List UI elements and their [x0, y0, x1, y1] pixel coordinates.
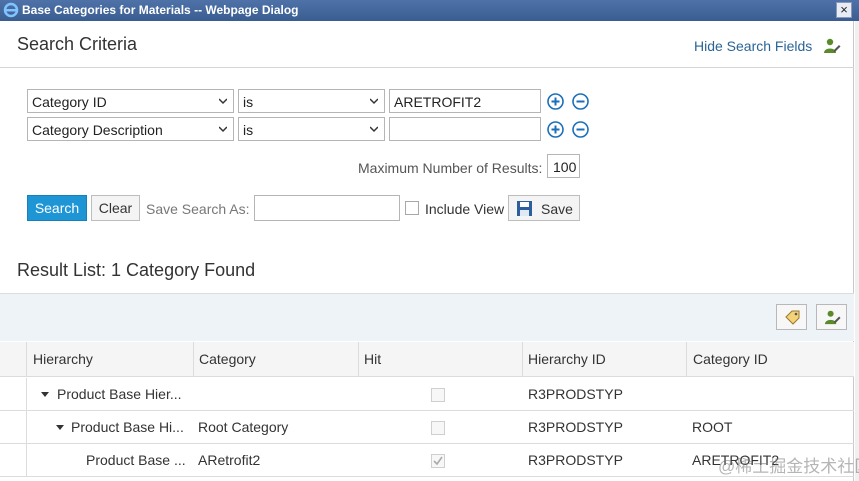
ie-icon [3, 2, 19, 18]
divider [0, 67, 854, 68]
window-titlebar: Base Categories for Materials -- Webpage… [0, 0, 859, 21]
personalize-button[interactable] [816, 304, 847, 330]
save-search-name-input[interactable] [254, 195, 400, 221]
save-button-label: Save [541, 201, 573, 217]
hit-checkbox [431, 388, 445, 402]
checkmark-icon [433, 456, 443, 466]
column-header-category-id[interactable]: Category ID [693, 342, 848, 376]
cell-hierarchy: Product Base ... [86, 452, 186, 468]
include-view-label: Include View [425, 201, 505, 217]
cell-hierarchy-id: R3PRODSTYP [528, 386, 623, 402]
collapse-triangle-icon[interactable] [56, 425, 64, 430]
remove-criteria-icon[interactable] [572, 93, 589, 110]
criteria-field-select-1[interactable]: Category ID [27, 89, 234, 113]
collapse-triangle-icon[interactable] [41, 392, 49, 397]
result-list-title: Result List: 1 Category Found [17, 260, 256, 280]
hide-search-fields-link[interactable]: Hide Search Fields [694, 38, 812, 54]
include-view-checkbox[interactable] [405, 201, 419, 215]
criteria-value-input-1[interactable]: ARETROFIT2 [389, 89, 541, 113]
watermark: @稀土掘金技术社区 [718, 457, 859, 476]
cell-category: ARetrofit2 [198, 452, 261, 468]
max-results-label: Maximum Number of Results: [358, 160, 543, 176]
personalize-icon [824, 310, 841, 325]
table-header-row: Hierarchy Category Hit Hierarchy ID Cate… [0, 342, 854, 377]
window-edge [855, 21, 859, 481]
add-criteria-icon[interactable] [547, 93, 564, 110]
chevron-down-icon [370, 98, 378, 105]
table-row[interactable]: Product Base Hi... Root Category R3PRODS… [0, 411, 854, 444]
remove-criteria-icon[interactable] [572, 121, 589, 138]
cell-hierarchy-id: R3PRODSTYP [528, 419, 623, 435]
chevron-down-icon [370, 126, 378, 133]
result-toolbar [0, 293, 854, 341]
criteria-operator-select-2[interactable]: is [238, 117, 385, 141]
clear-button[interactable]: Clear [91, 195, 140, 221]
cell-category [198, 378, 353, 410]
price-tag-icon [785, 310, 800, 325]
floppy-disk-icon [517, 201, 532, 216]
close-button[interactable]: × [836, 2, 852, 18]
criteria-field-select-2[interactable]: Category Description [27, 117, 234, 141]
column-header-hierarchy-id[interactable]: Hierarchy ID [528, 342, 683, 376]
criteria-value-input-2[interactable] [389, 117, 541, 141]
personalize-icon[interactable] [823, 37, 841, 55]
window-title: Base Categories for Materials -- Webpage… [22, 3, 299, 17]
cell-hierarchy: Product Base Hier... [57, 386, 182, 402]
save-search-as-label: Save Search As: [146, 201, 250, 217]
search-criteria-title: Search Criteria [17, 34, 138, 54]
cell-category-id [692, 378, 847, 410]
hit-checkbox [431, 454, 445, 468]
cell-category: Root Category [198, 419, 289, 435]
cell-hierarchy: Product Base Hi... [71, 419, 184, 435]
add-criteria-icon[interactable] [547, 121, 564, 138]
criteria-operator-select-1[interactable]: is [238, 89, 385, 113]
search-button[interactable]: Search [27, 195, 87, 221]
save-button[interactable]: Save [508, 195, 580, 221]
tag-button[interactable] [776, 304, 807, 330]
table-row[interactable]: Product Base Hier... R3PRODSTYP [0, 378, 854, 411]
chevron-down-icon [219, 126, 227, 133]
column-header-hierarchy[interactable]: Hierarchy [33, 342, 188, 376]
max-results-input[interactable]: 100 [547, 154, 580, 178]
column-header-category[interactable]: Category [199, 342, 354, 376]
hit-checkbox [431, 421, 445, 435]
cell-category-id: ROOT [692, 419, 733, 435]
column-header-hit[interactable]: Hit [364, 342, 519, 376]
chevron-down-icon [219, 98, 227, 105]
cell-hierarchy-id: R3PRODSTYP [528, 452, 623, 468]
